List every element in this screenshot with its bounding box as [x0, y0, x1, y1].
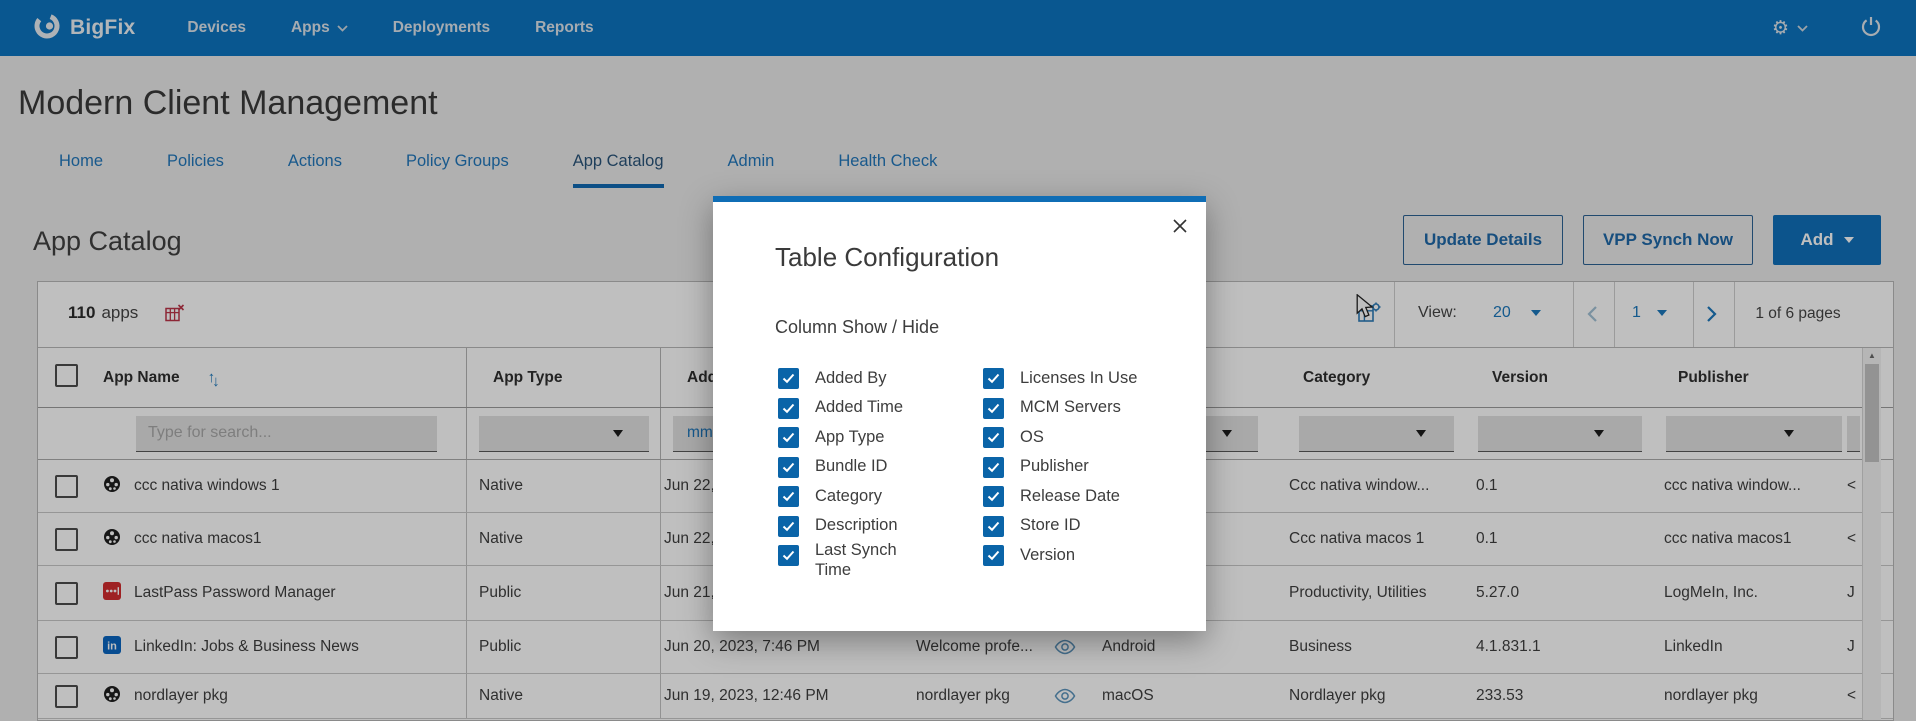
app-window: BigFix Devices Apps Deployments Reports …: [0, 0, 1916, 721]
column-toggle-label: OS: [1020, 428, 1044, 448]
column-toggle-label: App Type: [815, 428, 884, 448]
column-toggle: MCM Servers: [983, 394, 1137, 424]
column-toggle-label: Release Date: [1020, 487, 1120, 507]
column-toggle: Release Date: [983, 482, 1137, 512]
column-toggle: Category: [778, 482, 983, 512]
column-toggle: Description: [778, 512, 983, 542]
column-toggle-label: Added Time: [815, 398, 903, 418]
dialog-subtitle: Column Show / Hide: [775, 317, 1206, 338]
column-toggle: Added By: [778, 364, 983, 394]
column-toggle: Store ID: [983, 512, 1137, 542]
column-toggle: Publisher: [983, 453, 1137, 483]
close-icon[interactable]: [1170, 216, 1190, 236]
checked-checkbox[interactable]: [983, 398, 1004, 419]
checked-checkbox[interactable]: [778, 486, 799, 507]
column-toggle-label: Last Synch Time: [815, 541, 911, 581]
checked-checkbox[interactable]: [778, 516, 799, 537]
checked-checkbox[interactable]: [778, 427, 799, 448]
column-toggle-label: MCM Servers: [1020, 398, 1121, 418]
column-toggle-label: Store ID: [1020, 516, 1081, 536]
checked-checkbox[interactable]: [778, 545, 799, 566]
column-toggle-label: Description: [815, 516, 898, 536]
column-toggle-label: Publisher: [1020, 457, 1089, 477]
column-toggle-label: Version: [1020, 546, 1075, 566]
checked-checkbox[interactable]: [983, 368, 1004, 389]
column-toggle: Licenses In Use: [983, 364, 1137, 394]
column-toggle: Added Time: [778, 394, 983, 424]
dialog-title: Table Configuration: [775, 242, 1206, 273]
checked-checkbox[interactable]: [983, 486, 1004, 507]
column-toggle: App Type: [778, 423, 983, 453]
checked-checkbox[interactable]: [778, 457, 799, 478]
table-configuration-dialog: Table Configuration Column Show / Hide A…: [713, 196, 1206, 631]
column-toggle: OS: [983, 423, 1137, 453]
column-toggle-label: Bundle ID: [815, 457, 887, 477]
checked-checkbox[interactable]: [778, 398, 799, 419]
checked-checkbox[interactable]: [983, 427, 1004, 448]
checked-checkbox[interactable]: [983, 457, 1004, 478]
column-toggle: Last Synch Time: [778, 541, 983, 583]
column-toggle: Bundle ID: [778, 453, 983, 483]
checked-checkbox[interactable]: [778, 368, 799, 389]
column-toggle: Version: [983, 541, 1137, 571]
checked-checkbox[interactable]: [983, 545, 1004, 566]
column-options: Added By Added Time App Type Bundle ID C…: [778, 364, 1206, 583]
column-toggle-label: Added By: [815, 369, 887, 389]
dialog-accent-bar: [713, 196, 1206, 202]
column-toggle-label: Licenses In Use: [1020, 369, 1137, 389]
checked-checkbox[interactable]: [983, 516, 1004, 537]
column-toggle-label: Category: [815, 487, 882, 507]
